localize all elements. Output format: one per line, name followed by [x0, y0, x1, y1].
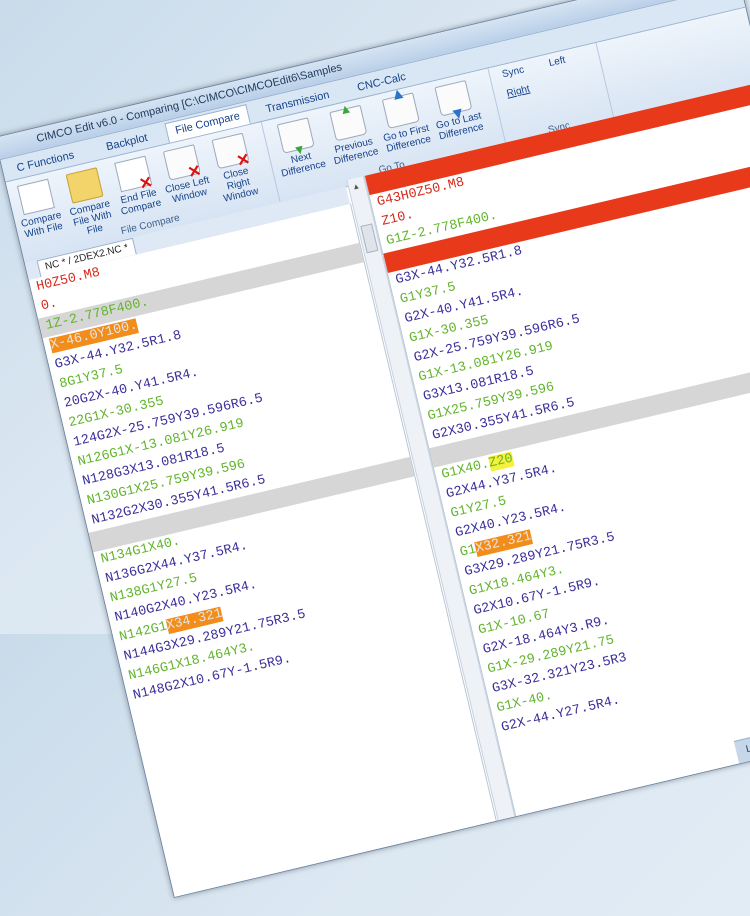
previous-difference-icon	[329, 104, 368, 142]
previous-difference-button[interactable]: Previous Difference	[322, 103, 381, 168]
last-difference-icon	[434, 79, 473, 117]
close-left-icon	[162, 144, 201, 181]
code-token: 0.	[39, 296, 59, 315]
scroll-up-icon[interactable]: ▲	[351, 181, 361, 192]
app-window: CIMCO Edit v6.0 - Comparing [C:\CIMCO\CI…	[0, 0, 750, 899]
sync-left-button[interactable]: Left	[548, 55, 567, 70]
close-right-icon	[211, 132, 250, 170]
folder-icon	[65, 167, 104, 204]
last-difference-button[interactable]: Go to Last Difference	[427, 78, 486, 143]
first-difference-button[interactable]: Go to First Difference	[374, 91, 433, 156]
diff-highlight: Z20	[487, 451, 515, 472]
tilted-screenshot: CIMCO Edit v6.0 - Comparing [C:\CIMCO\CI…	[0, 0, 750, 916]
sync-label: Sync	[501, 64, 526, 81]
next-difference-button[interactable]: Next Difference	[269, 115, 328, 180]
sync-right-button[interactable]: Right	[506, 84, 531, 100]
next-difference-icon	[276, 117, 315, 154]
end-compare-icon	[114, 155, 153, 193]
compare-file-icon	[16, 178, 55, 216]
first-difference-icon	[381, 92, 420, 129]
